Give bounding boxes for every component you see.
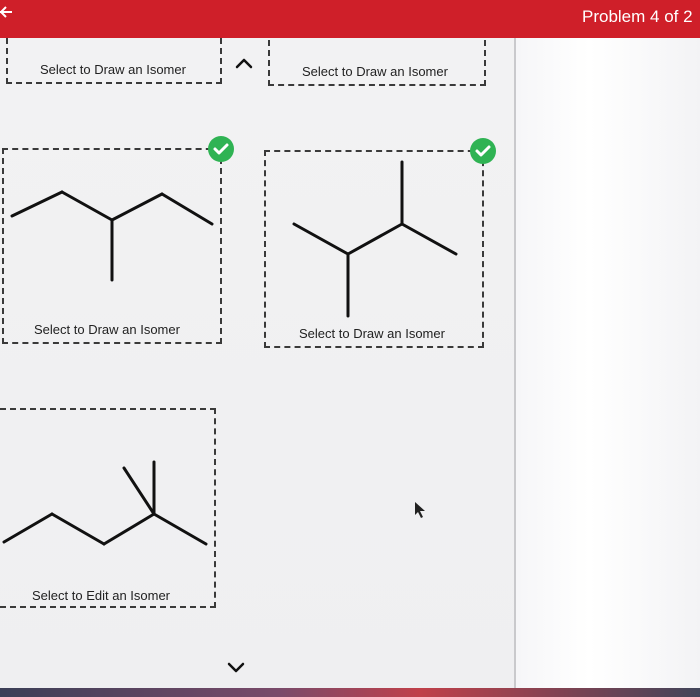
molecule-structure [10, 190, 214, 282]
tile-label: Select to Draw an Isomer [34, 322, 180, 337]
molecule-structure [2, 460, 208, 546]
mouse-pointer-icon [415, 502, 425, 518]
chevron-down-icon[interactable] [226, 660, 246, 674]
tile-label: Select to Draw an Isomer [40, 62, 186, 77]
chevron-up-icon[interactable] [234, 56, 254, 70]
isomer-tile-5[interactable]: Select to Edit an Isomer [0, 408, 216, 608]
isomer-tile-1[interactable]: Select to Draw an Isomer [6, 38, 222, 84]
top-header-bar: Problem 4 of 2 [0, 0, 700, 38]
problem-counter: Problem 4 of 2 [582, 7, 693, 26]
tile-label: Select to Draw an Isomer [299, 326, 445, 341]
back-arrow-icon[interactable] [0, 4, 16, 20]
molecule-structure [292, 160, 458, 318]
isomer-tile-4[interactable]: Select to Draw an Isomer [264, 150, 484, 348]
tile-label: Select to Draw an Isomer [302, 64, 448, 79]
checkmark-icon [208, 136, 234, 162]
isomer-tile-2[interactable]: Select to Draw an Isomer [268, 40, 486, 86]
checkmark-icon [470, 138, 496, 164]
bottom-edge [0, 688, 700, 697]
side-panel [516, 38, 700, 690]
isomer-tile-3[interactable]: Select to Draw an Isomer [2, 148, 222, 344]
tile-label: Select to Edit an Isomer [32, 588, 171, 603]
